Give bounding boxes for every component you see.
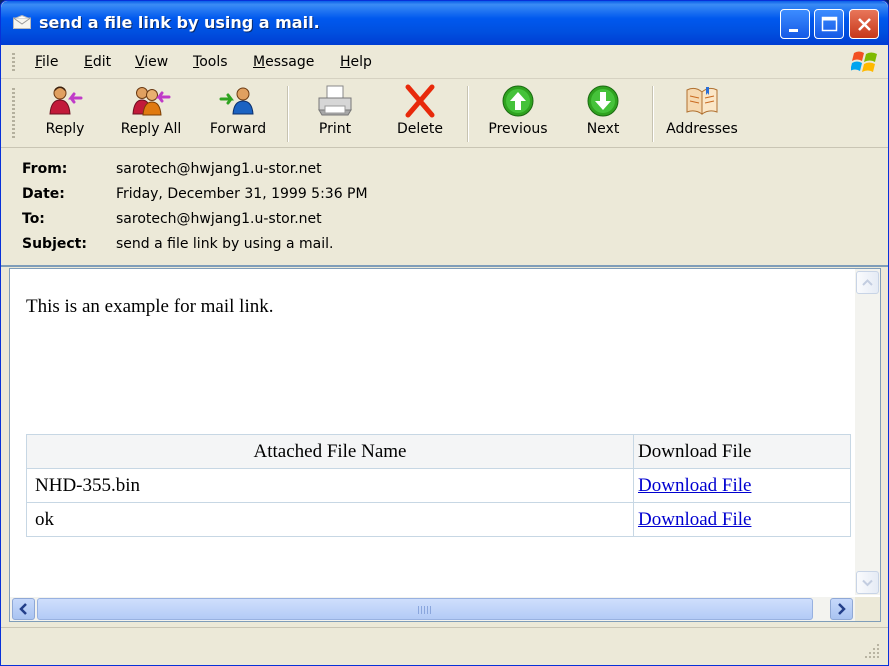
from-value[interactable]: sarotech@hwjang1.u-stor.net bbox=[116, 161, 322, 177]
menu-edit[interactable]: Edit bbox=[84, 54, 111, 70]
date-value: Friday, December 31, 1999 5:36 PM bbox=[116, 186, 368, 202]
delete-button[interactable]: Delete bbox=[389, 84, 451, 146]
scroll-thumb-grip bbox=[418, 606, 432, 614]
print-button[interactable]: Print bbox=[309, 84, 361, 146]
previous-label: Previous bbox=[488, 121, 548, 137]
chevron-up-icon bbox=[862, 279, 873, 286]
reply-all-button[interactable]: Reply All bbox=[115, 84, 187, 146]
menu-bar: File Edit View Tools Message Help bbox=[1, 45, 888, 79]
to-label: To: bbox=[22, 211, 45, 227]
message-body[interactable]: This is an example for mail link. Attach… bbox=[9, 268, 881, 622]
scroll-down-button[interactable] bbox=[856, 571, 879, 594]
next-label: Next bbox=[586, 121, 620, 137]
reply-button[interactable]: Reply bbox=[37, 84, 93, 146]
attached-file-name: ok bbox=[26, 502, 634, 537]
table-row: NHD-355.bin Download File bbox=[26, 468, 851, 503]
reply-label: Reply bbox=[45, 121, 85, 137]
horizontal-scroll-thumb[interactable] bbox=[37, 598, 813, 620]
toolbar: Reply Reply All Forward Print Delete Pre… bbox=[1, 80, 888, 148]
addresses-label: Addresses bbox=[666, 121, 738, 137]
reply-all-label: Reply All bbox=[120, 121, 182, 137]
menu-view[interactable]: View bbox=[135, 54, 168, 70]
chevron-right-icon bbox=[838, 603, 846, 615]
toolbar-grip[interactable] bbox=[12, 88, 15, 140]
menu-file[interactable]: File bbox=[35, 54, 58, 70]
window-title: send a file link by using a mail. bbox=[39, 13, 320, 32]
chevron-left-icon bbox=[19, 603, 27, 615]
maximize-icon bbox=[821, 16, 838, 32]
maximize-button[interactable] bbox=[814, 9, 844, 39]
envelope-icon bbox=[13, 15, 31, 29]
addresses-button[interactable]: Addresses bbox=[659, 84, 745, 146]
minimize-icon bbox=[789, 29, 798, 32]
subject-value: send a file link by using a mail. bbox=[116, 236, 334, 252]
scroll-up-button[interactable] bbox=[856, 271, 879, 294]
menu-grip[interactable] bbox=[12, 53, 15, 73]
delete-label: Delete bbox=[397, 121, 443, 137]
next-button[interactable]: Next bbox=[577, 84, 629, 146]
title-bar[interactable]: send a file link by using a mail. bbox=[1, 1, 888, 45]
print-label: Print bbox=[318, 121, 352, 137]
close-button[interactable] bbox=[849, 9, 879, 39]
reply-icon bbox=[49, 86, 83, 115]
forward-icon bbox=[219, 87, 254, 115]
column-header-file-name: Attached File Name bbox=[26, 434, 634, 469]
table-row: ok Download File bbox=[26, 502, 851, 537]
menu-tools[interactable]: Tools bbox=[193, 54, 228, 70]
to-value[interactable]: sarotech@hwjang1.u-stor.net bbox=[116, 211, 322, 227]
menu-help[interactable]: Help bbox=[340, 54, 372, 70]
download-cell: Download File bbox=[633, 468, 851, 503]
arrow-down-icon bbox=[587, 85, 619, 117]
reply-all-icon bbox=[132, 87, 171, 116]
arrow-up-icon bbox=[502, 85, 534, 117]
forward-label: Forward bbox=[209, 121, 267, 137]
download-cell: Download File bbox=[633, 502, 851, 537]
menu-message[interactable]: Message bbox=[253, 54, 314, 70]
minimize-button[interactable] bbox=[780, 9, 810, 39]
toolbar-separator bbox=[652, 86, 653, 142]
message-header: From: sarotech@hwjang1.u-stor.net Date: … bbox=[1, 149, 888, 267]
address-book-icon bbox=[686, 87, 718, 115]
forward-button[interactable]: Forward bbox=[203, 84, 273, 146]
scroll-left-button[interactable] bbox=[12, 598, 35, 620]
scroll-right-button[interactable] bbox=[830, 598, 853, 620]
attachment-table: Attached File Name Download File NHD-355… bbox=[26, 434, 851, 537]
toolbar-separator bbox=[287, 86, 288, 142]
scrollbar-corner bbox=[855, 597, 880, 621]
toolbar-separator bbox=[467, 86, 468, 142]
subject-label: Subject: bbox=[22, 236, 87, 252]
download-file-link[interactable]: Download File bbox=[638, 475, 751, 496]
column-header-download: Download File bbox=[633, 434, 851, 469]
delete-x-icon bbox=[405, 84, 435, 118]
close-icon bbox=[858, 18, 871, 31]
previous-button[interactable]: Previous bbox=[482, 84, 554, 146]
body-text: This is an example for mail link. bbox=[26, 296, 274, 317]
message-window: send a file link by using a mail. File E… bbox=[0, 0, 889, 666]
chevron-down-icon bbox=[862, 579, 873, 587]
status-bar bbox=[1, 627, 888, 665]
from-label: From: bbox=[22, 161, 68, 177]
attached-file-name: NHD-355.bin bbox=[26, 468, 634, 503]
download-file-link[interactable]: Download File bbox=[638, 509, 751, 530]
vertical-scrollbar[interactable] bbox=[855, 269, 880, 595]
resize-grip-icon[interactable] bbox=[863, 642, 881, 660]
windows-logo-icon bbox=[851, 51, 877, 72]
table-header-row: Attached File Name Download File bbox=[26, 434, 851, 469]
date-label: Date: bbox=[22, 186, 65, 202]
printer-icon bbox=[318, 85, 352, 116]
horizontal-scrollbar[interactable] bbox=[10, 597, 880, 621]
